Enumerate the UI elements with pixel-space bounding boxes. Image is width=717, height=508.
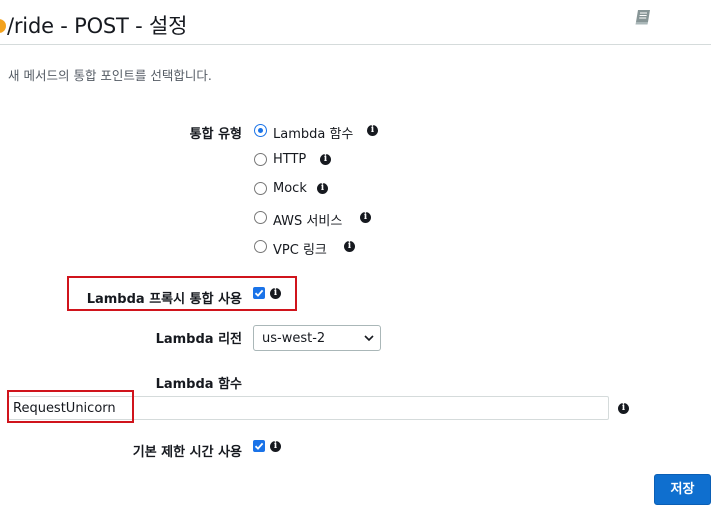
- lambda-region-select[interactable]: us-west-2: [253, 325, 381, 351]
- option-label-vpc-link: VPC 링크: [273, 243, 327, 258]
- header-divider: [0, 44, 711, 45]
- proxy-integration-label: Lambda 프록시 통합 사용: [86, 292, 242, 307]
- info-icon[interactable]: i: [344, 241, 355, 252]
- default-timeout-checkbox[interactable]: [253, 440, 265, 452]
- book-icon[interactable]: [634, 9, 653, 26]
- radio-vpc-link[interactable]: [254, 240, 267, 253]
- info-icon[interactable]: i: [618, 403, 629, 414]
- page-subtitle: 새 메서드의 통합 포인트를 선택합니다.: [8, 68, 212, 83]
- info-icon[interactable]: i: [320, 154, 331, 165]
- header-accent-dot: [0, 19, 6, 33]
- chevron-down-icon: [364, 335, 374, 342]
- function-highlight-box: [7, 390, 134, 423]
- page-title: /ride - POST - 설정: [7, 14, 188, 38]
- info-icon[interactable]: i: [360, 212, 371, 223]
- radio-aws-service[interactable]: [254, 211, 267, 224]
- option-label-http: HTTP: [273, 152, 307, 167]
- option-label-lambda-function: Lambda 함수: [273, 127, 354, 142]
- info-icon[interactable]: i: [317, 183, 328, 194]
- info-icon[interactable]: i: [367, 125, 378, 136]
- integration-type-label: 통합 유형: [189, 127, 242, 142]
- lambda-region-label: Lambda 리전: [155, 332, 242, 347]
- radio-mock[interactable]: [254, 182, 267, 195]
- proxy-integration-checkbox[interactable]: [253, 287, 265, 299]
- lambda-function-label: Lambda 함수: [155, 377, 242, 392]
- default-timeout-label: 기본 제한 시간 사용: [132, 445, 242, 460]
- option-label-mock: Mock: [273, 181, 307, 196]
- radio-http[interactable]: [254, 153, 267, 166]
- radio-lambda-function[interactable]: [254, 124, 267, 137]
- option-label-aws-service: AWS 서비스: [273, 214, 343, 229]
- save-button[interactable]: 저장: [654, 474, 711, 505]
- info-icon[interactable]: i: [270, 288, 281, 299]
- info-icon[interactable]: i: [270, 441, 281, 452]
- lambda-region-value: us-west-2: [262, 331, 326, 346]
